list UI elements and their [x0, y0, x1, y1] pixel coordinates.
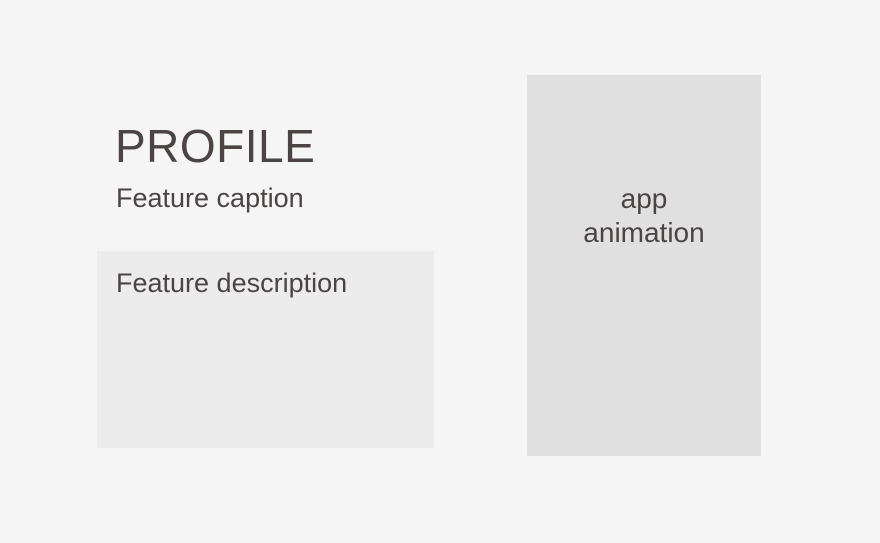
- app-animation-label: app animation: [527, 182, 761, 250]
- feature-description-panel: Feature description: [97, 251, 434, 448]
- feature-caption: Feature caption: [116, 183, 304, 213]
- feature-description: Feature description: [116, 268, 348, 298]
- feature-title: PROFILE: [115, 120, 316, 172]
- app-animation-label-line1: app: [620, 183, 668, 214]
- app-animation-placeholder: app animation: [527, 75, 761, 456]
- app-animation-label-line2: animation: [583, 217, 705, 248]
